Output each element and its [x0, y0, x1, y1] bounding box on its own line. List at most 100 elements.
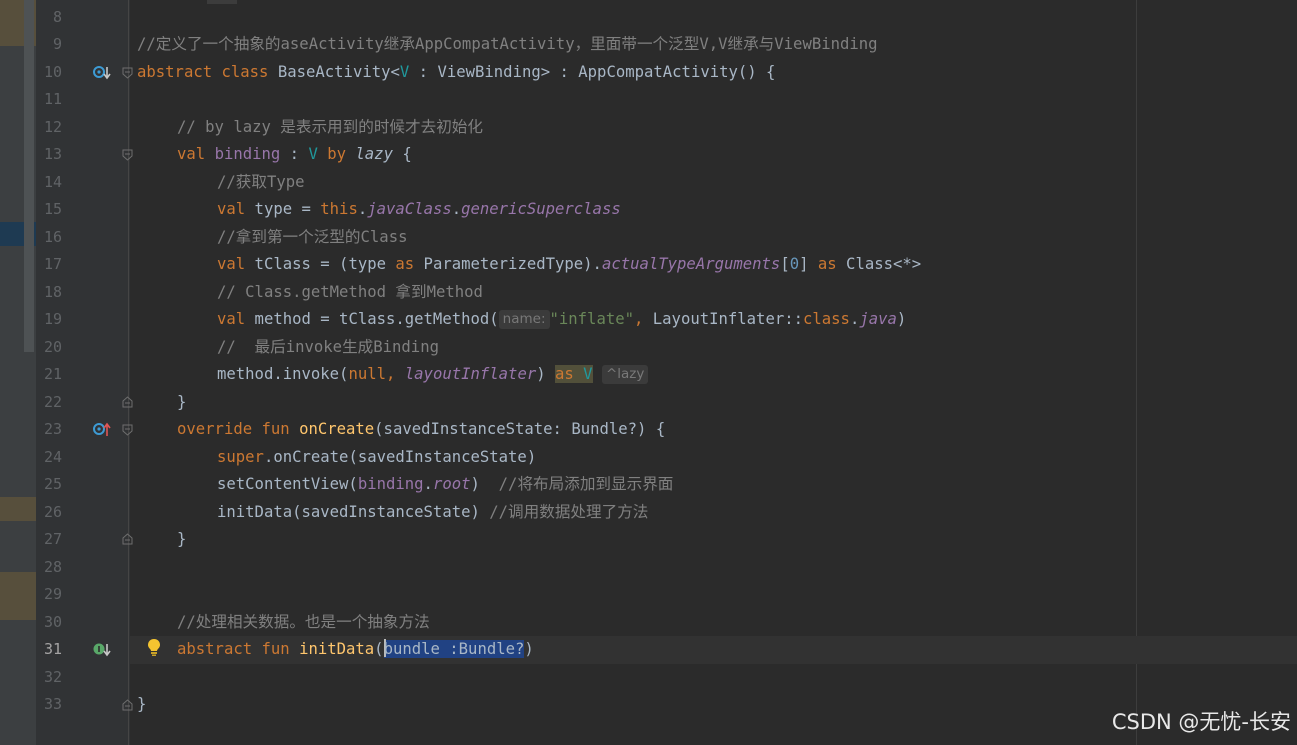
line-number: 13 [43, 145, 62, 163]
fold-icon[interactable] [122, 698, 133, 711]
lambda-return-hint: ^lazy [601, 365, 649, 384]
comment: //定义了一个抽象的aseActivity继承AppCompatActivity… [137, 35, 878, 53]
line-number: 10 [43, 62, 62, 81]
code-line-19[interactable]: val method = tClass.getMethod(name: "infl… [217, 306, 906, 334]
keyword-as: as [817, 255, 837, 273]
class-supertypes: : ViewBinding> : AppCompatActivity() { [409, 62, 776, 81]
code-line-26[interactable]: initData(savedInstanceState) //调用数据处理了方法 [217, 499, 648, 527]
minimap-marker [0, 572, 36, 620]
type-param: V [573, 365, 593, 383]
code-line-27[interactable]: } [177, 526, 186, 554]
code-line-31[interactable]: abstract fun initData(bundle :Bundle?) [177, 636, 534, 664]
code-line-22[interactable]: } [177, 389, 186, 417]
code-line-25[interactable]: setContentView(binding.root) //将布局添加到显示界… [217, 471, 673, 499]
keyword-val: val [177, 145, 206, 163]
code-line-30[interactable]: //处理相关数据。也是一个抽象方法 [177, 609, 430, 637]
fold-icon[interactable] [122, 424, 133, 437]
code-line-18[interactable]: // Class.getMethod 拿到Method [217, 279, 483, 307]
class-name: BaseActivity< [277, 62, 400, 81]
editor-minimap-scrollbar[interactable] [0, 0, 36, 745]
var-type: type = [245, 200, 321, 218]
fold-icon[interactable] [122, 67, 133, 80]
keyword-as: as [555, 365, 574, 383]
fold-icon[interactable] [122, 149, 133, 162]
code-line-9[interactable]: //定义了一个抽象的aseActivity继承AppCompatActivity… [137, 31, 878, 59]
line-number: 9 [52, 35, 62, 53]
code-text: method.invoke( [217, 365, 349, 383]
function-name: onCreate [299, 420, 375, 438]
text-selection[interactable]: bundle :Bundle? [383, 639, 525, 658]
colon: : [280, 145, 309, 163]
override-down-icon[interactable] [92, 64, 114, 82]
minimap-marker [0, 497, 36, 521]
keyword-class: class [803, 310, 850, 328]
type-param: V [399, 62, 410, 81]
keyword-abstract: abstract [137, 62, 213, 81]
code-line-20[interactable]: // 最后invoke生成Binding [217, 334, 439, 362]
line-number: 23 [43, 420, 62, 438]
code-line-16[interactable]: //拿到第一个泛型的Class [217, 224, 407, 252]
line-number: 11 [43, 90, 62, 108]
comment: //处理相关数据。也是一个抽象方法 [177, 612, 430, 631]
code-line-15[interactable]: val type = this.javaClass.genericSupercl… [217, 196, 621, 224]
keyword-null: null, [348, 365, 396, 383]
parameters: (savedInstanceState: Bundle?) { [374, 420, 666, 438]
comment: // by lazy 是表示用到的时候才去初始化 [177, 117, 483, 136]
line-number: 8 [52, 7, 62, 26]
line-number: 20 [43, 337, 62, 356]
comment: // Class.getMethod 拿到Method [217, 282, 483, 301]
code-line-17[interactable]: val tClass = (type as ParameterizedType)… [217, 251, 921, 279]
type-param: V [308, 145, 318, 163]
close-brace: } [137, 695, 147, 713]
code-line-21[interactable]: method.invoke(null, layoutInflater) as V… [217, 361, 649, 389]
fold-icon[interactable] [122, 532, 133, 545]
line-number: 30 [43, 612, 62, 631]
line-number: 16 [43, 227, 62, 246]
code-editor[interactable]: 8 9 10 11 12 13 14 15 16 17 18 19 20 21 22 23 24 25 26 27 28… [0, 0, 1297, 745]
code-text: method = tClass.getMethod( [245, 310, 499, 328]
code-text: tClass = (type [245, 255, 396, 273]
code-text: .onCreate(savedInstanceState) [263, 447, 537, 466]
dot: . [451, 200, 462, 218]
property-binding: binding [357, 475, 424, 493]
line-number: 32 [43, 667, 62, 686]
code-line-10[interactable]: abstract class BaseActivity<V : ViewBind… [137, 59, 775, 87]
code-text: initData(savedInstanceState) [217, 502, 480, 521]
line-number: 12 [43, 117, 62, 136]
implemented-down-icon[interactable] [92, 641, 114, 659]
lightbulb-icon[interactable] [146, 637, 162, 657]
function-name: initData [299, 640, 375, 658]
code-line-13[interactable]: val binding : V by lazy { [177, 141, 412, 169]
code-line-14[interactable]: //获取Type [217, 169, 305, 197]
scrollbar-thumb[interactable] [24, 0, 34, 352]
code-line-23[interactable]: override fun onCreate(savedInstanceState… [177, 416, 665, 444]
line-number: 14 [43, 172, 62, 191]
implementation-up-icon[interactable] [92, 421, 114, 439]
code-line-33[interactable]: } [137, 691, 146, 719]
parameter-hint: name: [498, 310, 550, 329]
code-line-12[interactable]: // by lazy 是表示用到的时候才去初始化 [177, 114, 483, 142]
keyword-val: val [217, 200, 246, 218]
comment: //获取Type [217, 172, 305, 191]
scrolled-code-remnant [207, 0, 237, 4]
paren: ) [536, 365, 555, 383]
line-number: 19 [43, 310, 62, 328]
gutter-divider [128, 0, 129, 745]
keyword-override: override [177, 420, 253, 438]
open-brace: { [392, 145, 412, 163]
return-highlight: as V [555, 365, 593, 383]
dot: . [423, 475, 433, 493]
bracket: [ [780, 255, 790, 273]
string-literal: "inflate" [549, 310, 635, 328]
generic-superclass: genericSuperclass [461, 200, 621, 218]
code-line-24[interactable]: super.onCreate(savedInstanceState) [217, 444, 536, 472]
paren: ) [470, 475, 480, 493]
fold-icon[interactable] [122, 395, 133, 408]
comment: //调用数据处理了方法 [489, 502, 649, 521]
line-number: 33 [43, 695, 62, 713]
comment: //将布局添加到显示界面 [498, 475, 674, 493]
keyword-val: val [217, 310, 246, 328]
paren: ( [374, 640, 384, 658]
close-brace: } [177, 392, 187, 411]
comment: // 最后invoke生成Binding [217, 337, 439, 356]
